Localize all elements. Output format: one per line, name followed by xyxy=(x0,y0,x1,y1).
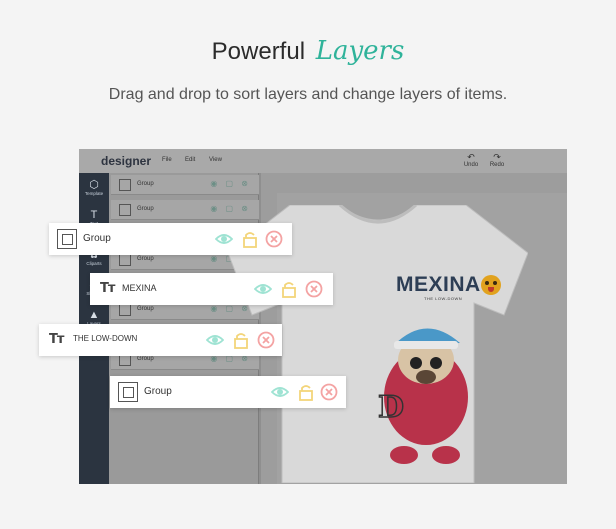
nav-label: Cliparts xyxy=(86,261,102,266)
undo-icon: ↶ xyxy=(467,152,475,162)
heading-script: Layers xyxy=(315,36,405,66)
layer-label: Group xyxy=(83,233,111,244)
floating-layer-text-lowdown[interactable]: Tт THE LOW-DOWN xyxy=(39,324,282,356)
lock-icon[interactable] xyxy=(297,383,315,401)
group-icon xyxy=(119,254,131,266)
menu-file[interactable]: File xyxy=(162,157,172,163)
lock-icon[interactable] xyxy=(232,331,250,349)
design-brand-text[interactable]: MEXINA xyxy=(396,273,481,297)
layer-row-label: Group xyxy=(137,256,154,262)
group-icon xyxy=(57,229,77,249)
undo-label: Undo xyxy=(463,162,479,168)
eye-icon[interactable] xyxy=(271,383,289,401)
layer-row-label: Group xyxy=(137,306,154,312)
layer-label: THE LOW-DOWN xyxy=(73,334,138,343)
redo-label: Redo xyxy=(489,162,505,168)
delete-icon[interactable] xyxy=(305,280,323,298)
lock-icon[interactable] xyxy=(241,230,259,248)
text-type-icon: Tт xyxy=(49,332,64,347)
undo-button[interactable]: ↶ Undo xyxy=(459,152,483,168)
lock-icon[interactable] xyxy=(280,280,298,298)
group-icon xyxy=(119,179,131,191)
layer-row-label: Group xyxy=(137,356,154,362)
nav-label: Template xyxy=(84,191,104,196)
layer-row[interactable]: Group ◉ ▢ ⊗ xyxy=(111,175,259,195)
redo-icon: ↷ xyxy=(493,152,501,162)
page-heading: Powerful Layers xyxy=(0,36,616,66)
svg-text:D: D xyxy=(378,390,404,425)
layer-label: Group xyxy=(144,386,172,397)
delete-icon[interactable] xyxy=(265,230,283,248)
nav-item-template[interactable]: ⬡ Template xyxy=(79,179,109,196)
eye-icon[interactable] xyxy=(215,230,233,248)
delete-icon[interactable] xyxy=(320,383,338,401)
app-topbar: designer File Edit View ↶ Undo ↷ Redo xyxy=(79,149,567,173)
layer-row-label: Group xyxy=(137,206,154,212)
layer-row-actions: ◉ ▢ ⊗ xyxy=(210,179,251,188)
delete-icon[interactable] xyxy=(257,331,275,349)
layer-row-label: Group xyxy=(137,181,154,187)
text-type-icon: Tт xyxy=(100,281,115,296)
floating-layer-group-2[interactable]: Group xyxy=(110,376,346,408)
layer-label: MEXINA xyxy=(122,283,157,293)
menu-view[interactable]: View xyxy=(209,157,222,163)
layers-icon: ▲ xyxy=(88,309,100,321)
emoji-sticker[interactable] xyxy=(481,275,501,295)
app-logo: designer xyxy=(101,154,152,168)
heading-plain: Powerful xyxy=(211,38,306,65)
cube-icon: ⬡ xyxy=(89,179,99,191)
redo-button[interactable]: ↷ Redo xyxy=(485,152,509,168)
group-icon xyxy=(119,204,131,216)
eye-icon[interactable] xyxy=(206,331,224,349)
eye-icon[interactable] xyxy=(254,280,272,298)
floating-layer-text-mexina[interactable]: Tт MEXINA xyxy=(90,273,333,305)
menu-edit[interactable]: Edit xyxy=(185,157,195,163)
text-icon: T xyxy=(90,209,98,221)
group-icon xyxy=(118,382,138,402)
floating-layer-group-1[interactable]: Group xyxy=(49,223,292,255)
design-tagline-text[interactable]: THE LOW-DOWN xyxy=(424,296,462,301)
page-subtitle: Drag and drop to sort layers and change … xyxy=(108,86,508,103)
group-icon xyxy=(119,304,131,316)
